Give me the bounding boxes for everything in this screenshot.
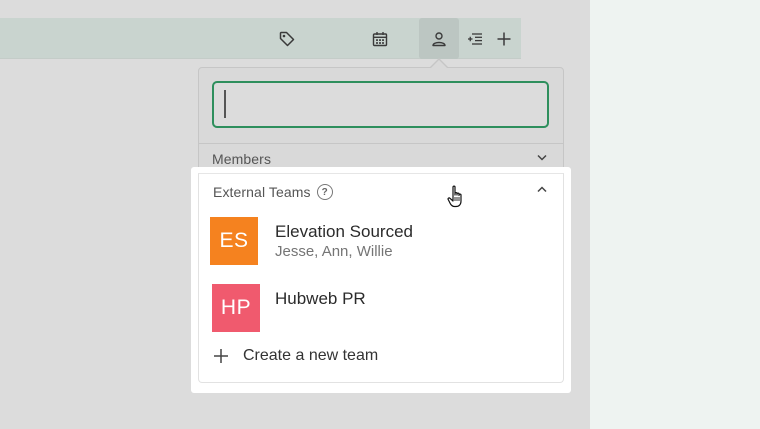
chevron-up-icon[interactable] [537, 186, 547, 193]
hand-pointer-icon [447, 185, 462, 208]
tag-button[interactable] [272, 18, 302, 59]
chevron-down-icon [537, 154, 547, 161]
team-members: Jesse, Ann, Willie [275, 243, 393, 260]
team-item[interactable]: ES Elevation Sourced Jesse, Ann, Willie [210, 217, 550, 267]
calendar-icon [372, 31, 388, 46]
create-team-label: Create a new team [243, 347, 379, 364]
search-input[interactable] [212, 81, 549, 128]
toolbar [0, 18, 521, 59]
team-initials: ES [219, 229, 249, 252]
sort-button[interactable] [462, 18, 488, 59]
members-section-label: Members [212, 151, 272, 167]
external-teams-label: External Teams [213, 184, 311, 200]
team-name: Elevation Sourced [275, 222, 413, 241]
assignee-button[interactable] [419, 18, 459, 59]
create-team-button[interactable]: Create a new team [213, 347, 378, 365]
team-initials: HP [220, 296, 252, 319]
text-cursor [224, 90, 226, 118]
external-teams-panel: External Teams ? ES Elevation Sourced Je… [198, 173, 564, 383]
calendar-button[interactable] [365, 18, 395, 59]
sort-list-icon [468, 32, 482, 45]
popover-caret-fill [431, 60, 447, 68]
add-button[interactable] [490, 18, 518, 59]
plus-icon [214, 349, 228, 363]
tag-icon [279, 31, 295, 46]
plus-icon [497, 32, 511, 45]
team-item[interactable]: HP Hubweb PR [210, 284, 550, 334]
person-icon [432, 31, 446, 46]
external-teams-header[interactable]: External Teams ? [213, 184, 333, 200]
team-name: Hubweb PR [275, 289, 366, 308]
help-icon[interactable]: ? [316, 184, 333, 200]
team-avatar: HP [212, 284, 260, 332]
right-side-panel [590, 0, 760, 429]
team-avatar: ES [210, 217, 258, 265]
